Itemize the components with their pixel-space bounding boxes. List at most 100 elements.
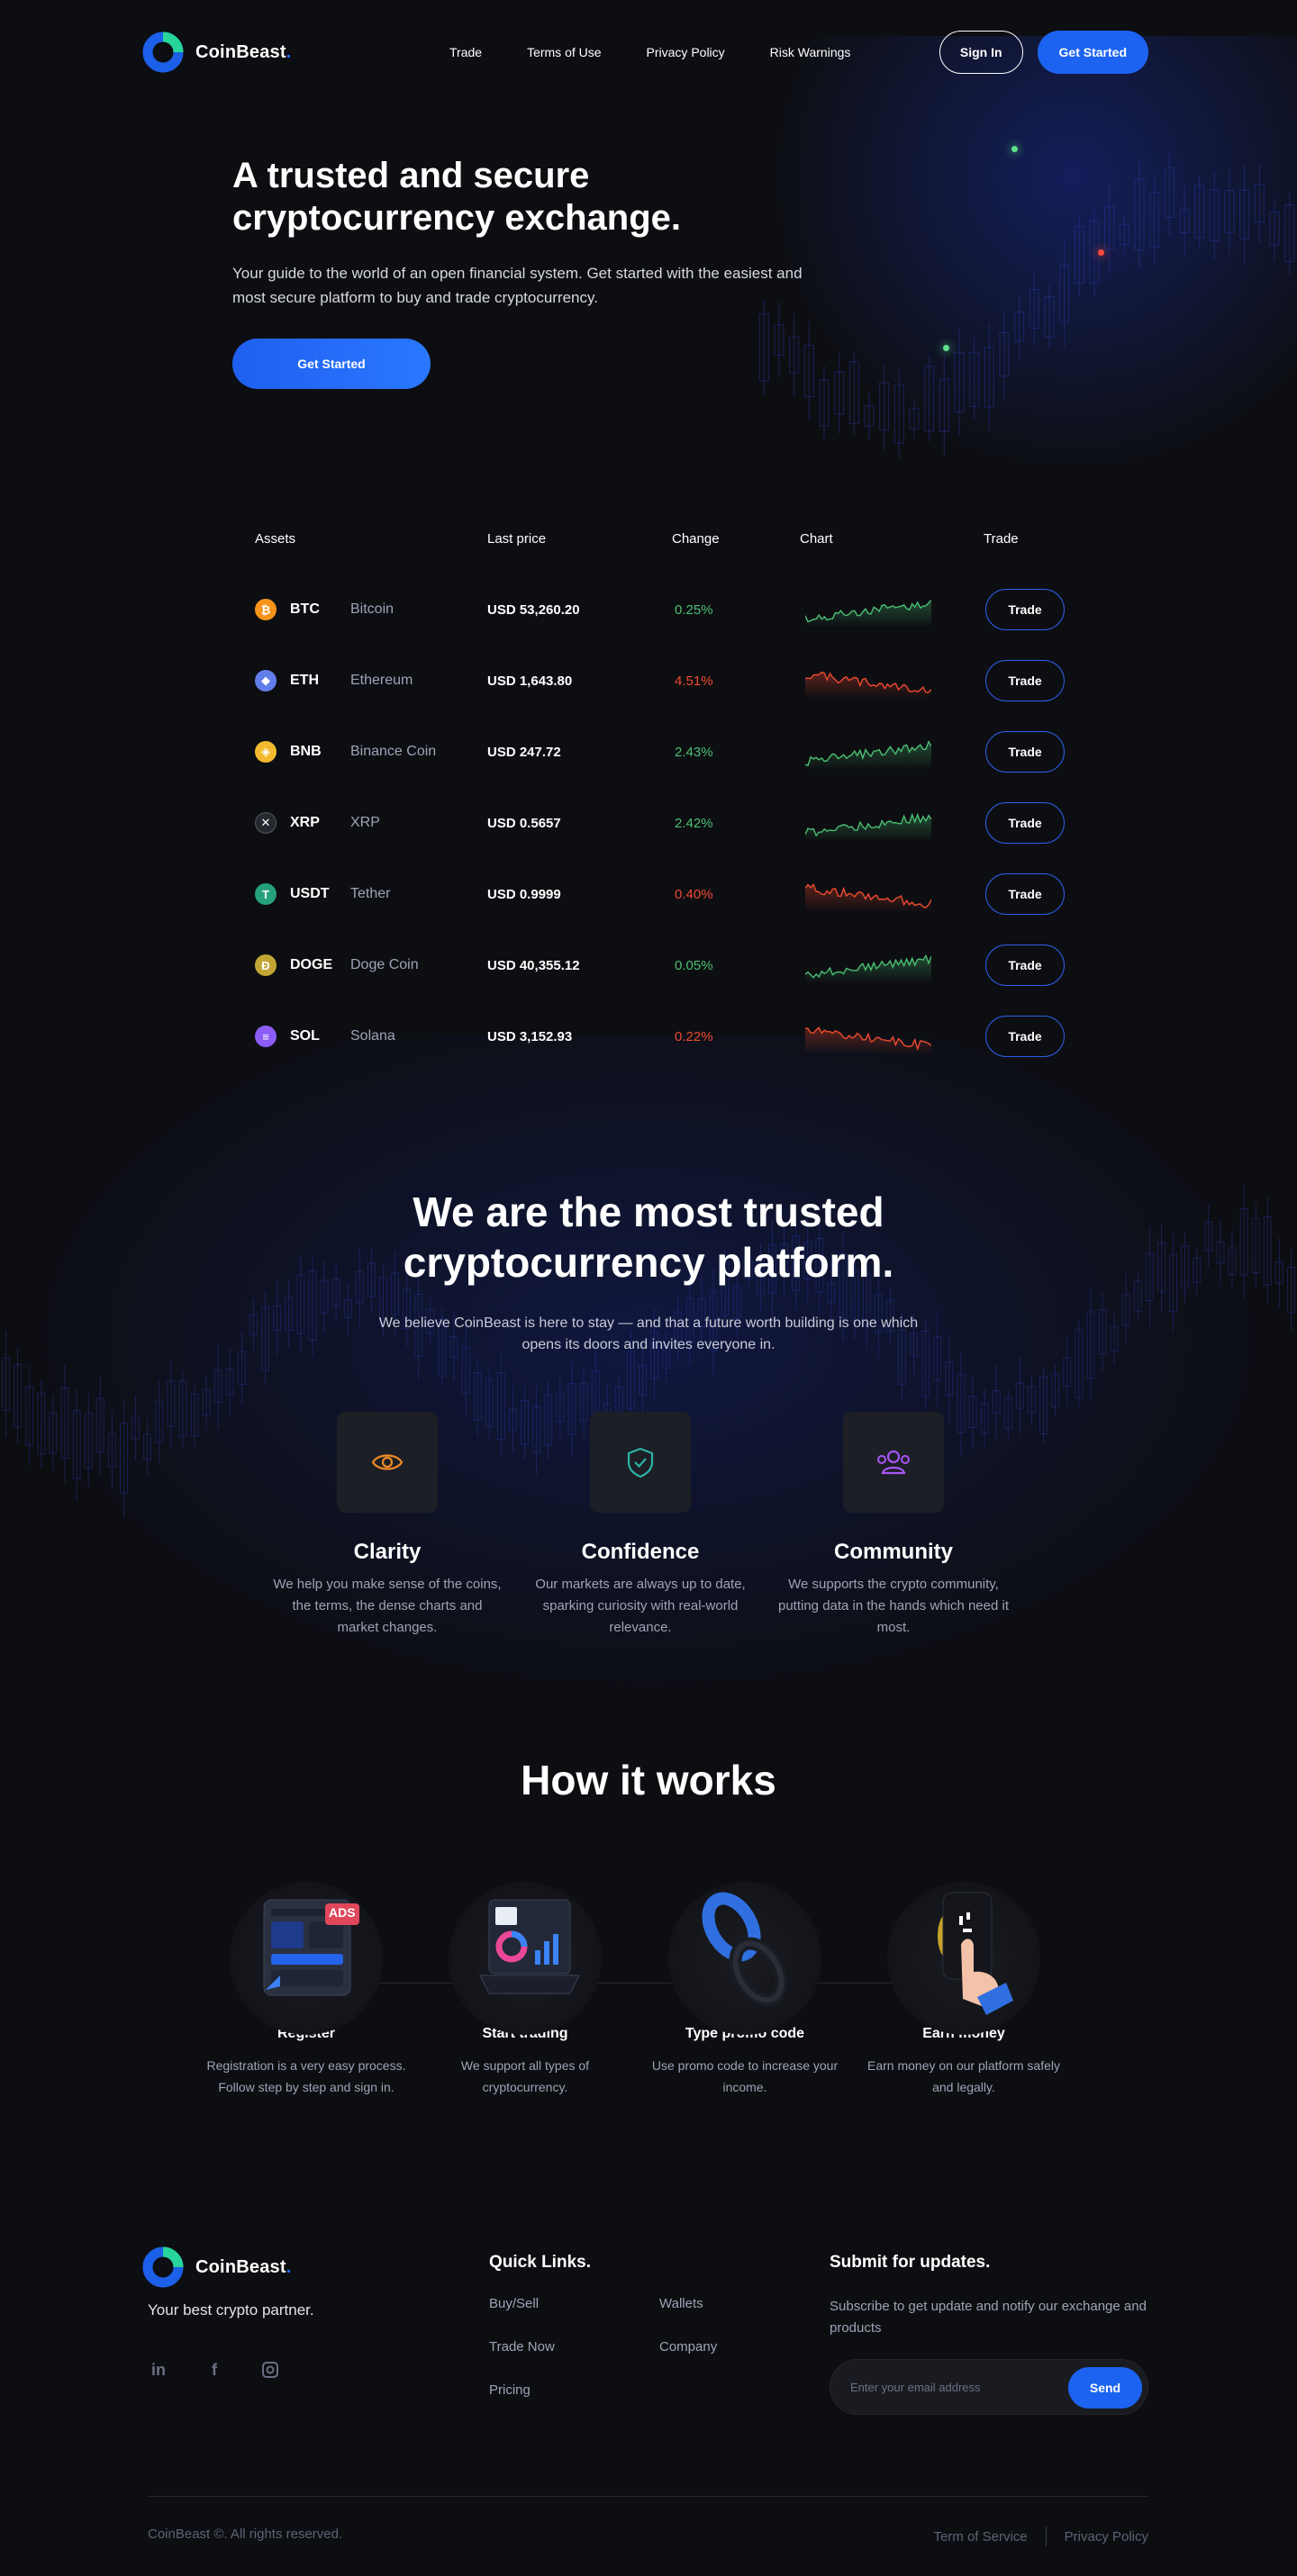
col-change: Change [672, 531, 720, 547]
link-trade-now[interactable]: Trade Now [489, 2339, 555, 2355]
laptop-chart-illustration [479, 1899, 580, 1994]
link-wallets[interactable]: Wallets [659, 2296, 703, 2311]
eye-icon [371, 1454, 404, 1470]
asset-sparkline [805, 812, 931, 841]
step-text: Registration is a very easy process. Fol… [206, 2058, 406, 2094]
footer-logo[interactable]: CoinBeast. [141, 2246, 291, 2289]
get-started-hero-button[interactable]: Get Started [232, 339, 431, 389]
asset-row-btc: ₿ BTC Bitcoin USD 53,260.20 0.25% Trade [232, 587, 1079, 632]
asset-symbol: XRP [290, 815, 320, 830]
logo-icon [142, 2246, 184, 2288]
subscribe-form: Send [830, 2359, 1148, 2415]
asset-name: Solana [350, 1028, 395, 1044]
asset-symbol: BNB [290, 744, 322, 759]
asset-price: USD 53,260.20 [487, 601, 580, 618]
trade-button-btc[interactable]: Trade [985, 589, 1065, 630]
sign-in-button[interactable]: Sign In [939, 31, 1023, 74]
quick-links: Quick Links. Buy/Sell Wallets Trade Now … [489, 2253, 777, 2404]
asset-name: Ethereum [350, 673, 413, 688]
legal-separator [1045, 2526, 1047, 2546]
asset-sparkline [805, 671, 931, 699]
asset-row-sol: ≡ SOL Solana USD 3,152.93 0.22% Trade [232, 1014, 1079, 1059]
quick-links-list: Buy/Sell Wallets Trade Now Company Prici… [489, 2296, 777, 2404]
asset-name: XRP [350, 815, 380, 830]
trade-button-doge[interactable]: Trade [985, 945, 1065, 986]
feature-icon-box [590, 1412, 691, 1513]
step-earn-money: Earn money Earn money on our platform sa… [856, 1882, 1072, 2098]
trade-button-eth[interactable]: Trade [985, 660, 1065, 701]
feature-icon-box [337, 1412, 438, 1513]
feature-text: We supports the crypto community, puttin… [777, 1577, 1010, 1635]
xrp-icon: ✕ [255, 812, 277, 834]
asset-sparkline [805, 1026, 931, 1054]
quick-links-title: Quick Links. [489, 2253, 591, 2272]
header-actions: Sign In Get Started [939, 31, 1148, 74]
nav-risk[interactable]: Risk Warnings [770, 45, 851, 59]
footer-tagline: Your best crypto partner. [148, 2301, 314, 2318]
shield-check-icon [627, 1447, 654, 1478]
col-last-price: Last price [487, 531, 547, 547]
nav-privacy[interactable]: Privacy Policy [647, 45, 725, 59]
asset-symbol: ETH [290, 673, 319, 688]
feature-title: Confidence [581, 1540, 700, 1564]
step-text: We support all types of cryptocurrency. [460, 2058, 590, 2094]
ads-badge: ADS [329, 1905, 356, 1920]
brand-name: CoinBeast. [195, 2256, 292, 2277]
brand-logo[interactable]: CoinBeast. [141, 31, 291, 74]
terms-link[interactable]: Term of Service [933, 2529, 1027, 2544]
nav-trade[interactable]: Trade [449, 45, 482, 59]
trade-button-usdt[interactable]: Trade [985, 873, 1065, 915]
trusted-title: We are the most trusted cryptocurrency pl… [403, 1189, 894, 1286]
phone-hand-illustration [938, 1892, 1013, 2015]
spark-dot-green [1011, 146, 1018, 152]
link-company[interactable]: Company [659, 2339, 717, 2355]
feature-community: Community We supports the crypto communi… [776, 1412, 1011, 1639]
asset-change: 4.51% [675, 673, 713, 689]
social-links: in f [148, 2359, 281, 2381]
trade-button-bnb[interactable]: Trade [985, 731, 1065, 773]
hero-background-glow [739, 36, 1297, 504]
site-header: CoinBeast. Trade Terms of Use Privacy Po… [141, 27, 1148, 77]
asset-price: USD 0.5657 [487, 815, 561, 831]
step-start-trading: Start trading We support all types of cr… [417, 1882, 633, 2098]
spark-dot-red [1098, 249, 1104, 256]
asset-name: Doge Coin [350, 957, 419, 972]
link-pricing[interactable]: Pricing [489, 2382, 531, 2398]
asset-change: 0.05% [675, 957, 713, 973]
instagram-icon[interactable] [259, 2359, 281, 2381]
users-icon [877, 1450, 910, 1475]
trusted-section: We are the most trusted cryptocurrency pl… [0, 1187, 1297, 1356]
step-illustration [668, 1882, 821, 2035]
privacy-link[interactable]: Privacy Policy [1065, 2529, 1148, 2544]
footer-divider [148, 2496, 1148, 2497]
feature-clarity: Clarity We help you make sense of the co… [270, 1412, 504, 1639]
link-buy-sell[interactable]: Buy/Sell [489, 2296, 539, 2311]
linkedin-icon[interactable]: in [148, 2359, 169, 2381]
step-illustration: ADS [230, 1882, 383, 2035]
main-nav: Trade Terms of Use Privacy Policy Risk W… [449, 45, 850, 59]
assets-table: Assets Last price Change Chart Trade ₿ BT… [232, 531, 1079, 1057]
col-chart: Chart [800, 531, 833, 547]
asset-price: USD 1,643.80 [487, 673, 573, 689]
get-started-header-button[interactable]: Get Started [1037, 31, 1148, 74]
asset-sparkline [805, 600, 931, 628]
asset-sparkline [805, 740, 931, 770]
facebook-icon[interactable]: f [204, 2359, 225, 2381]
trade-button-sol[interactable]: Trade [985, 1016, 1065, 1057]
hero-section: A trusted and secure cryptocurrency excha… [232, 155, 809, 389]
asset-sparkline [805, 883, 931, 912]
nav-terms[interactable]: Terms of Use [527, 45, 601, 59]
newsletter: Submit for updates. Subscribe to get upd… [830, 2253, 1148, 2415]
dogecoin-icon: Ð [255, 954, 277, 976]
asset-change: 0.40% [675, 886, 713, 902]
trade-button-xrp[interactable]: Trade [985, 802, 1065, 844]
chain-link-illustration [702, 1892, 788, 2007]
asset-change: 0.22% [675, 1028, 713, 1044]
email-input[interactable] [850, 2376, 1048, 2398]
logo-icon [142, 32, 184, 73]
hero-title: A trusted and secure cryptocurrency excha… [232, 156, 681, 238]
binance-icon: ◈ [255, 741, 277, 763]
step-register: ADS Register Registration is a very easy… [198, 1882, 414, 2098]
send-button[interactable]: Send [1068, 2367, 1142, 2409]
legal-links: Term of Service Privacy Policy [933, 2526, 1148, 2546]
